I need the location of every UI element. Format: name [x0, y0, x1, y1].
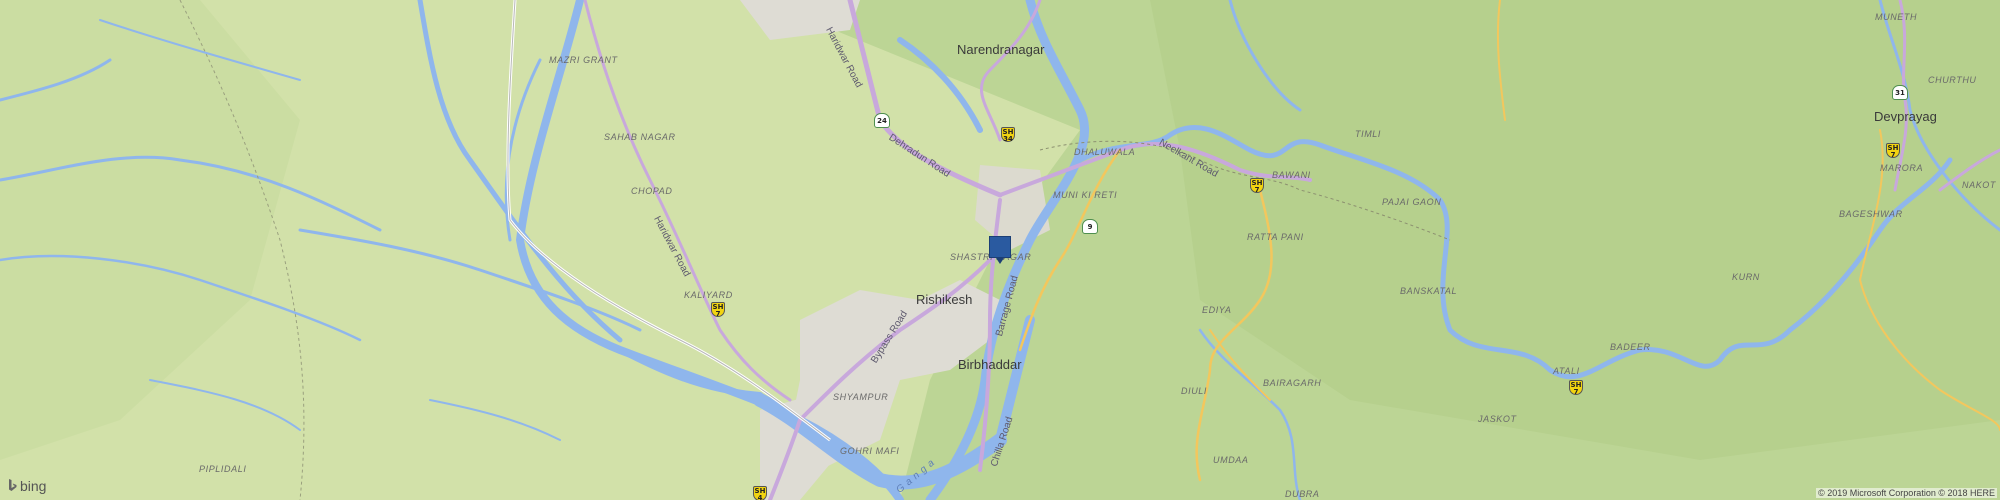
locality-label-timli: TIMLI: [1355, 129, 1382, 139]
locality-label-shyampur: SHYAMPUR: [833, 392, 889, 402]
locality-label-umdaa: UMDAA: [1213, 455, 1249, 465]
bing-logo-text[interactable]: bing: [20, 478, 46, 494]
locality-label-chopad: CHOPAD: [631, 186, 673, 196]
locality-label-sahab-nagar: SAHAB NAGAR: [604, 132, 676, 142]
locality-label-bairagarh: BAIRAGARH: [1263, 378, 1322, 388]
highway-shield-31: 31: [1892, 85, 1908, 100]
locality-label-bageshwar: BAGESHWAR: [1839, 209, 1903, 219]
town-label-devprayag[interactable]: Devprayag: [1874, 110, 1937, 123]
locality-label-nakot: NAKOT: [1962, 180, 1997, 190]
bing-logo-icon: [9, 479, 17, 491]
locality-label-muneth: MUNETH: [1875, 12, 1918, 22]
highway-shield-sh34: SH 34: [1001, 127, 1015, 143]
locality-label-kurn: KURN: [1732, 272, 1760, 282]
locality-label-atali: ATALI: [1553, 366, 1580, 376]
locality-label-bawani: BAWANI: [1272, 170, 1311, 180]
location-pin[interactable]: [989, 236, 1011, 264]
highway-shield-9: 9: [1082, 219, 1098, 234]
locality-label-muni-ki-reti: MUNI KI RETI: [1053, 190, 1118, 200]
locality-label-dubra: DUBRA: [1285, 489, 1320, 499]
locality-label-mazri-grant: MAZRI GRANT: [549, 55, 618, 65]
highway-shield-sh7-marora: SH 7: [1886, 143, 1900, 159]
town-label-rishikesh[interactable]: Rishikesh: [916, 293, 972, 306]
copyright-text: © 2019 Microsoft Corporation © 2018 HERE: [1816, 488, 1997, 498]
locality-label-jaskot: JASKOT: [1478, 414, 1517, 424]
highway-shield-24: 24: [874, 113, 890, 128]
highway-shield-sh7-bawani: SH 7: [1250, 178, 1264, 194]
town-label-narendranagar[interactable]: Narendranagar: [957, 43, 1044, 56]
locality-label-badeer: BADEER: [1610, 342, 1651, 352]
map-canvas[interactable]: Narendranagar Rishikesh Birbhaddar Devpr…: [0, 0, 2000, 500]
locality-label-dhaluwala: DHALUWALA: [1074, 147, 1136, 157]
locality-label-banskatal: BANSKATAL: [1400, 286, 1458, 296]
locality-label-ediya: EDIYA: [1202, 305, 1232, 315]
locality-label-diuli: DIULI: [1181, 386, 1208, 396]
locality-label-piplidali: PIPLIDALI: [199, 464, 247, 474]
locality-label-marora: MARORA: [1880, 163, 1924, 173]
town-label-birbhaddar[interactable]: Birbhaddar: [958, 358, 1022, 371]
locality-label-kaliyard: KALIYARD: [684, 290, 733, 300]
highway-shield-sh7-kaliyard: SH 7: [711, 302, 725, 318]
highway-shield-sh7-atali: SH 7: [1569, 380, 1583, 396]
locality-label-pajai-gaon: PAJAI GAON: [1382, 197, 1442, 207]
locality-label-churthu: CHURTHU: [1928, 75, 1977, 85]
locality-label-ratta-pani: RATTA PANI: [1247, 232, 1304, 242]
highway-shield-bottom: SH 4: [753, 486, 767, 500]
locality-label-gohri-mafi: GOHRI MAFI: [840, 446, 900, 456]
